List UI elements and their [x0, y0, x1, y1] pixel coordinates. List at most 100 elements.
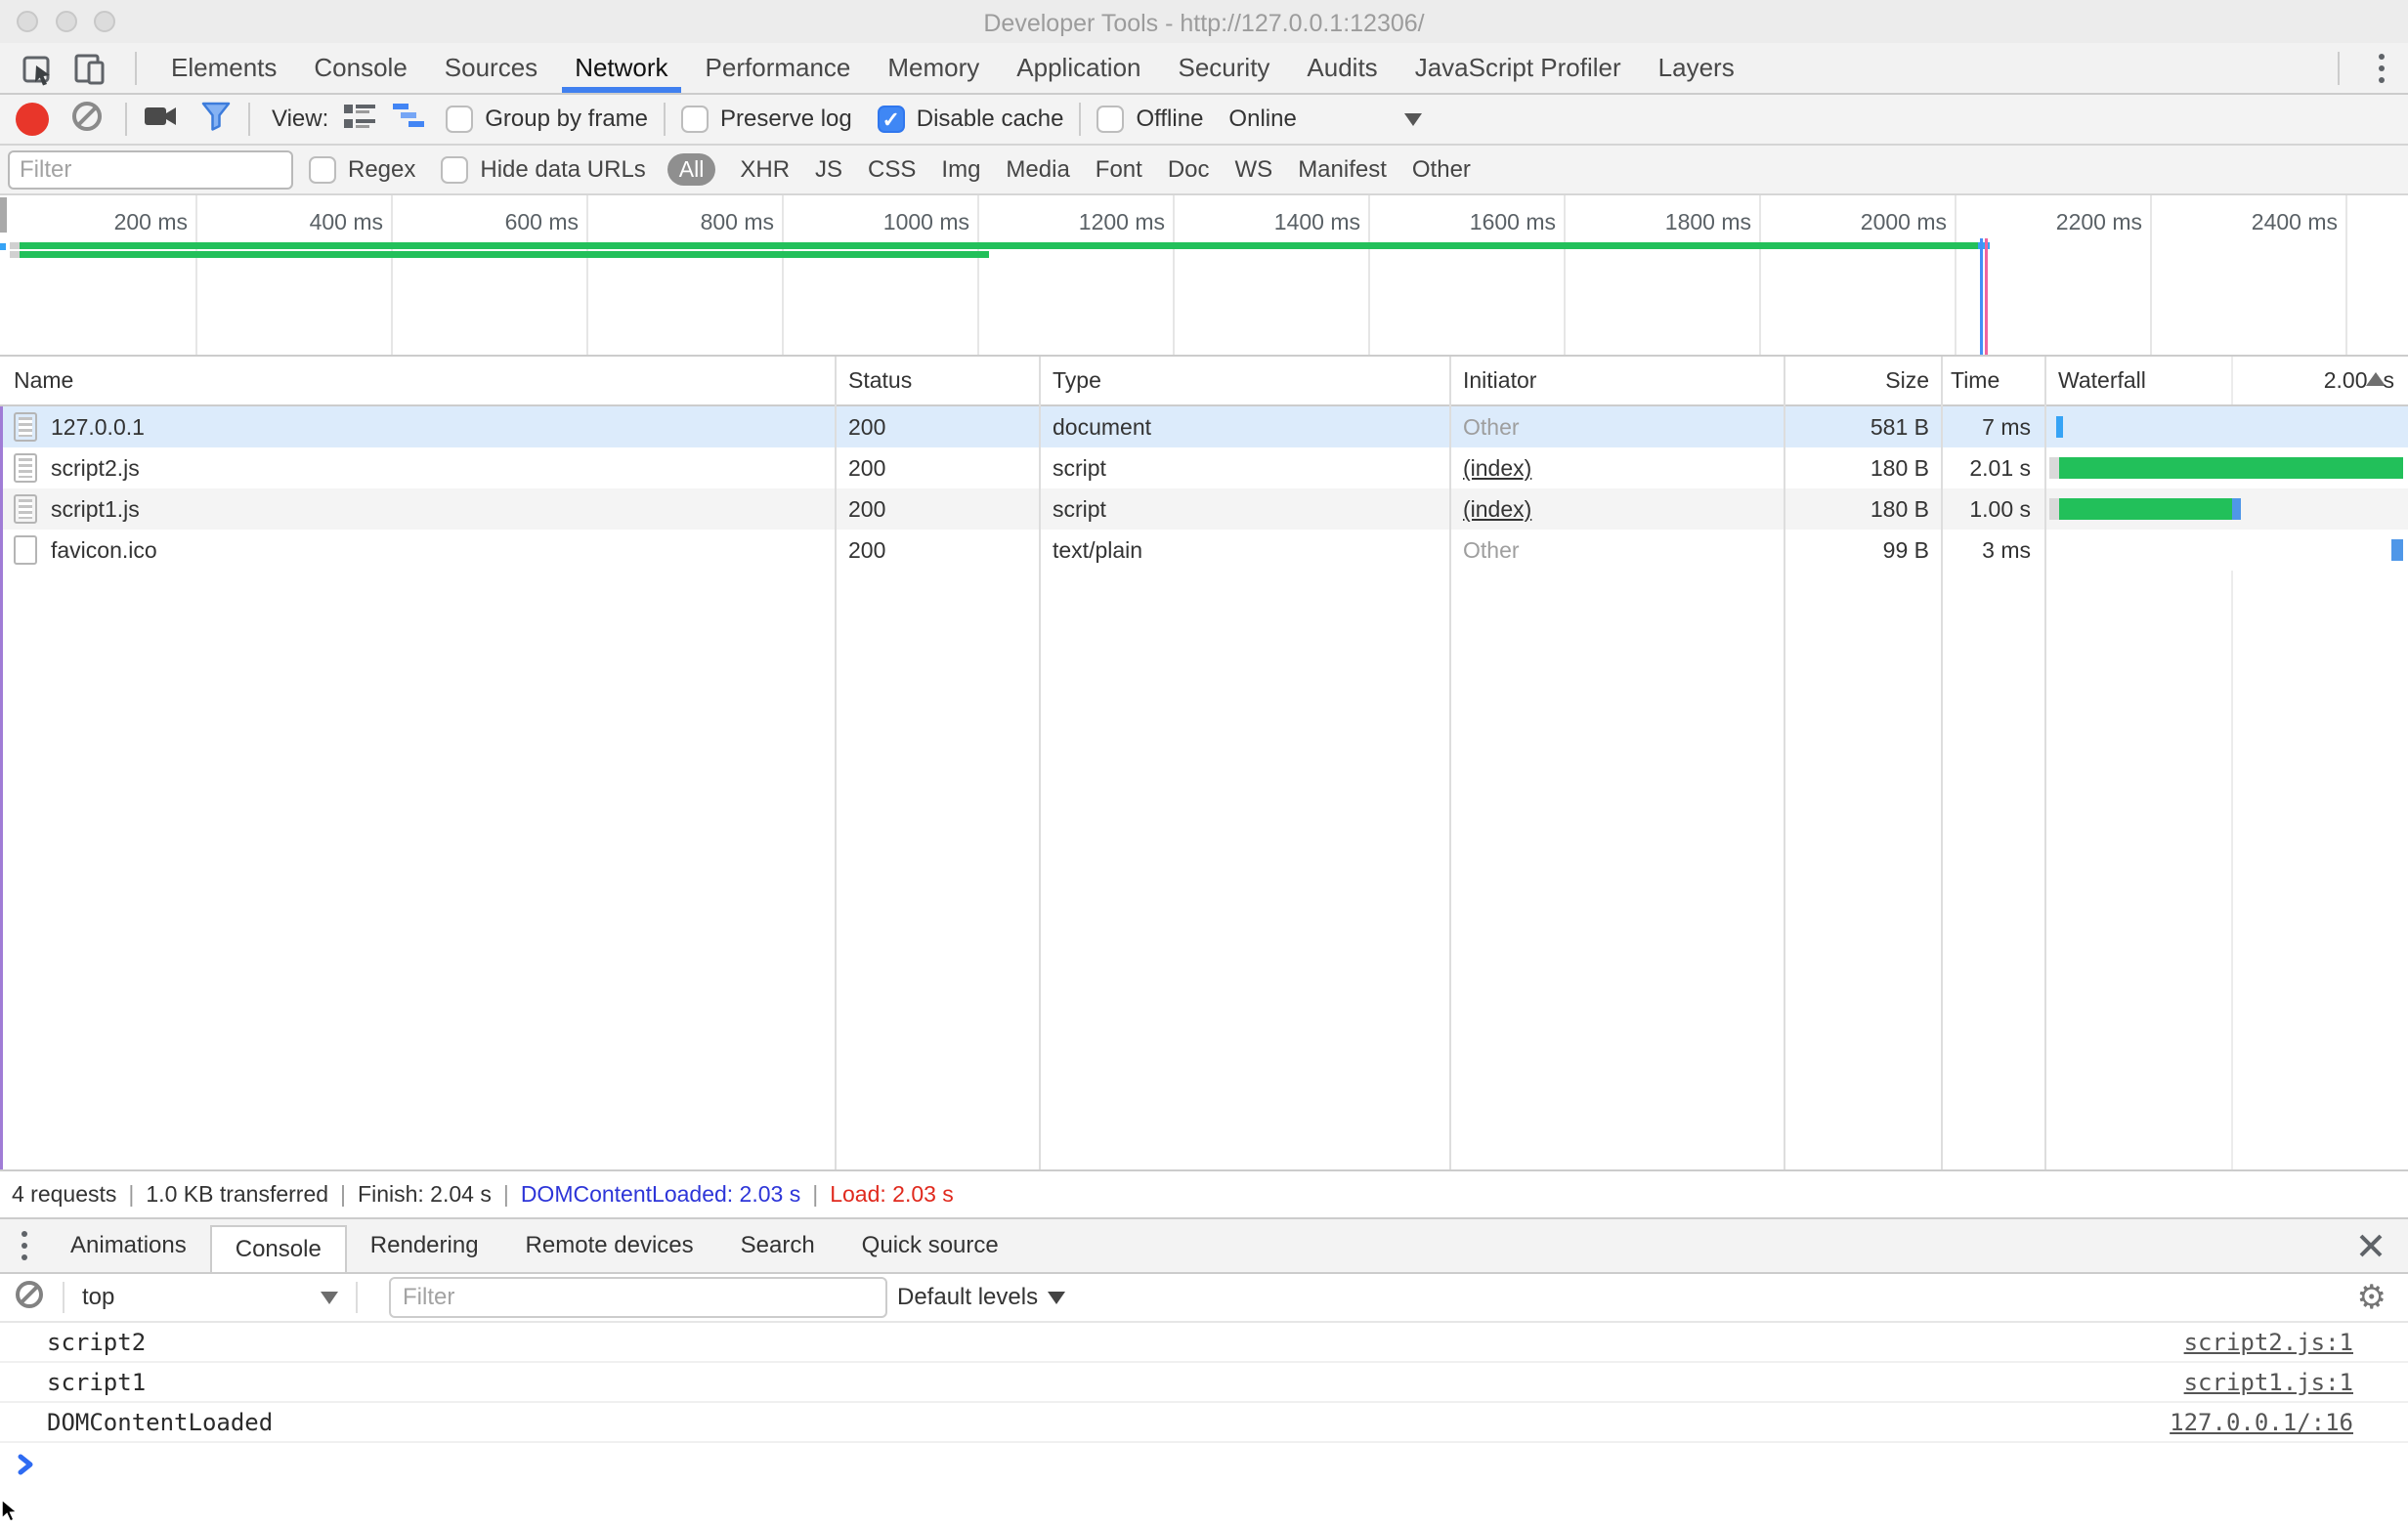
ruler-tick: 600 ms — [442, 209, 579, 235]
waterfall-bar — [2391, 539, 2403, 561]
use-large-rows-icon[interactable] — [342, 101, 377, 139]
ruler-tick: 2000 ms — [1810, 209, 1947, 235]
clear-network-log-icon[interactable] — [70, 100, 104, 140]
column-header-waterfall[interactable]: Waterfall — [2058, 357, 2146, 404]
drawer-tab-console[interactable]: Console — [210, 1225, 347, 1272]
overview-grip[interactable] — [0, 197, 7, 233]
column-divider[interactable] — [835, 357, 837, 1169]
tab-layers[interactable]: Layers — [1640, 43, 1753, 93]
ruler-tick: 1600 ms — [1419, 209, 1556, 235]
clear-console-icon[interactable] — [14, 1279, 45, 1317]
filter-type-img[interactable]: Img — [941, 156, 980, 184]
filter-type-doc[interactable]: Doc — [1168, 156, 1210, 184]
column-header-name[interactable]: Name — [14, 357, 73, 404]
group-by-frame-checkbox[interactable] — [446, 106, 473, 133]
column-header-type[interactable]: Type — [1053, 357, 1101, 404]
filter-type-font[interactable]: Font — [1096, 156, 1142, 184]
console-message[interactable]: script1 script1.js:1 — [0, 1363, 2408, 1403]
filter-type-js[interactable]: JS — [815, 156, 842, 184]
show-overview-icon[interactable] — [391, 101, 426, 139]
network-overview[interactable]: 200 ms 400 ms 600 ms 800 ms 1000 ms 1200… — [0, 195, 2408, 357]
column-divider[interactable] — [1039, 357, 1041, 1169]
tab-memory[interactable]: Memory — [869, 43, 998, 93]
hide-data-urls-checkbox[interactable] — [441, 156, 468, 184]
drawer-tab-remote-devices[interactable]: Remote devices — [502, 1219, 717, 1272]
tab-elements[interactable]: Elements — [152, 43, 295, 93]
disable-cache-checkbox[interactable] — [878, 106, 905, 133]
filter-type-ws[interactable]: WS — [1235, 156, 1273, 184]
console-message[interactable]: script2 script2.js:1 — [0, 1323, 2408, 1363]
divider — [1079, 103, 1081, 136]
column-divider[interactable] — [2044, 357, 2046, 1169]
console-prompt[interactable] — [0, 1443, 2408, 1486]
filter-type-css[interactable]: CSS — [868, 156, 916, 184]
capture-screenshots-icon[interactable] — [143, 102, 180, 138]
record-network-log-icon[interactable] — [16, 103, 49, 136]
column-divider[interactable] — [1784, 357, 1785, 1169]
filter-icon[interactable] — [199, 100, 233, 140]
message-source-link[interactable]: script1.js:1 — [2184, 1363, 2353, 1403]
tab-audits[interactable]: Audits — [1288, 43, 1396, 93]
filter-type-other[interactable]: Other — [1412, 156, 1471, 184]
request-name: 127.0.0.1 — [51, 406, 145, 447]
inspect-element-icon[interactable] — [18, 47, 61, 90]
message-text: script2 — [47, 1323, 146, 1363]
column-header-status[interactable]: Status — [848, 357, 912, 404]
initiator-link[interactable]: (index) — [1463, 455, 1531, 481]
regex-checkbox[interactable] — [309, 156, 336, 184]
column-divider[interactable] — [1941, 357, 1943, 1169]
tab-security[interactable]: Security — [1160, 43, 1289, 93]
filter-type-xhr[interactable]: XHR — [740, 156, 790, 184]
filter-type-all[interactable]: All — [667, 153, 716, 186]
domcontentloaded-time: DOMContentLoaded: 2.03 s — [521, 1181, 800, 1208]
console-filter-input[interactable] — [389, 1277, 887, 1318]
drawer-tab-quick-source[interactable]: Quick source — [838, 1219, 1022, 1272]
throttling-dropdown-icon[interactable] — [1404, 113, 1422, 126]
waterfall-bar-tail — [2232, 498, 2241, 520]
column-header-initiator[interactable]: Initiator — [1463, 357, 1536, 404]
drawer-tab-animations[interactable]: Animations — [47, 1219, 210, 1272]
network-filter-input[interactable] — [8, 150, 293, 190]
tab-performance[interactable]: Performance — [687, 43, 870, 93]
load-event-line — [0, 406, 3, 1169]
filter-type-manifest[interactable]: Manifest — [1298, 156, 1387, 184]
column-header-size[interactable]: Size — [1749, 357, 1929, 404]
console-messages: script2 script2.js:1 script1 script1.js:… — [0, 1323, 2408, 1520]
table-row[interactable]: script1.js 200 script (index) 180 B 1.00… — [0, 488, 2408, 530]
ruler-tick: 1800 ms — [1614, 209, 1751, 235]
log-levels-select[interactable]: Default levels — [897, 1284, 1065, 1311]
request-status: 200 — [848, 406, 885, 447]
tab-javascript-profiler[interactable]: JavaScript Profiler — [1397, 43, 1640, 93]
column-header-time[interactable]: Time — [1951, 357, 2031, 404]
throttling-select[interactable]: Online — [1228, 106, 1296, 133]
tab-console[interactable]: Console — [295, 43, 425, 93]
initiator-link[interactable]: (index) — [1463, 496, 1531, 522]
drawer-tab-rendering[interactable]: Rendering — [347, 1219, 502, 1272]
column-divider[interactable] — [1449, 357, 1451, 1169]
filter-type-media[interactable]: Media — [1006, 156, 1069, 184]
tab-sources[interactable]: Sources — [426, 43, 556, 93]
table-row[interactable]: 127.0.0.1 200 document Other 581 B 7 ms — [0, 406, 2408, 447]
view-label: View: — [272, 106, 328, 133]
request-time: 3 ms — [1941, 530, 2031, 571]
message-source-link[interactable]: 127.0.0.1/:16 — [2170, 1403, 2353, 1443]
ruler-tick: 400 ms — [246, 209, 383, 235]
console-message[interactable]: DOMContentLoaded 127.0.0.1/:16 — [0, 1403, 2408, 1443]
drawer-tab-search[interactable]: Search — [717, 1219, 838, 1272]
offline-checkbox[interactable] — [1096, 106, 1124, 133]
tab-application[interactable]: Application — [998, 43, 1159, 93]
drawer-menu-icon[interactable] — [0, 1231, 47, 1260]
console-settings-icon[interactable]: ⚙ — [2357, 1281, 2386, 1314]
execution-context-select[interactable]: top — [82, 1284, 338, 1311]
message-source-link[interactable]: script2.js:1 — [2184, 1323, 2353, 1363]
context-dropdown-icon — [321, 1292, 338, 1304]
preserve-log-checkbox[interactable] — [681, 106, 709, 133]
close-drawer-icon[interactable] — [2353, 1228, 2388, 1263]
request-size: 581 B — [1784, 406, 1929, 447]
table-row[interactable]: favicon.ico 200 text/plain Other 99 B 3 … — [0, 530, 2408, 571]
device-toolbar-icon[interactable] — [68, 47, 111, 90]
ruler-tick: 2200 ms — [2005, 209, 2142, 235]
table-row[interactable]: script2.js 200 script (index) 180 B 2.01… — [0, 447, 2408, 488]
tab-network[interactable]: Network — [556, 43, 686, 93]
devtools-menu-icon[interactable] — [2355, 54, 2408, 83]
